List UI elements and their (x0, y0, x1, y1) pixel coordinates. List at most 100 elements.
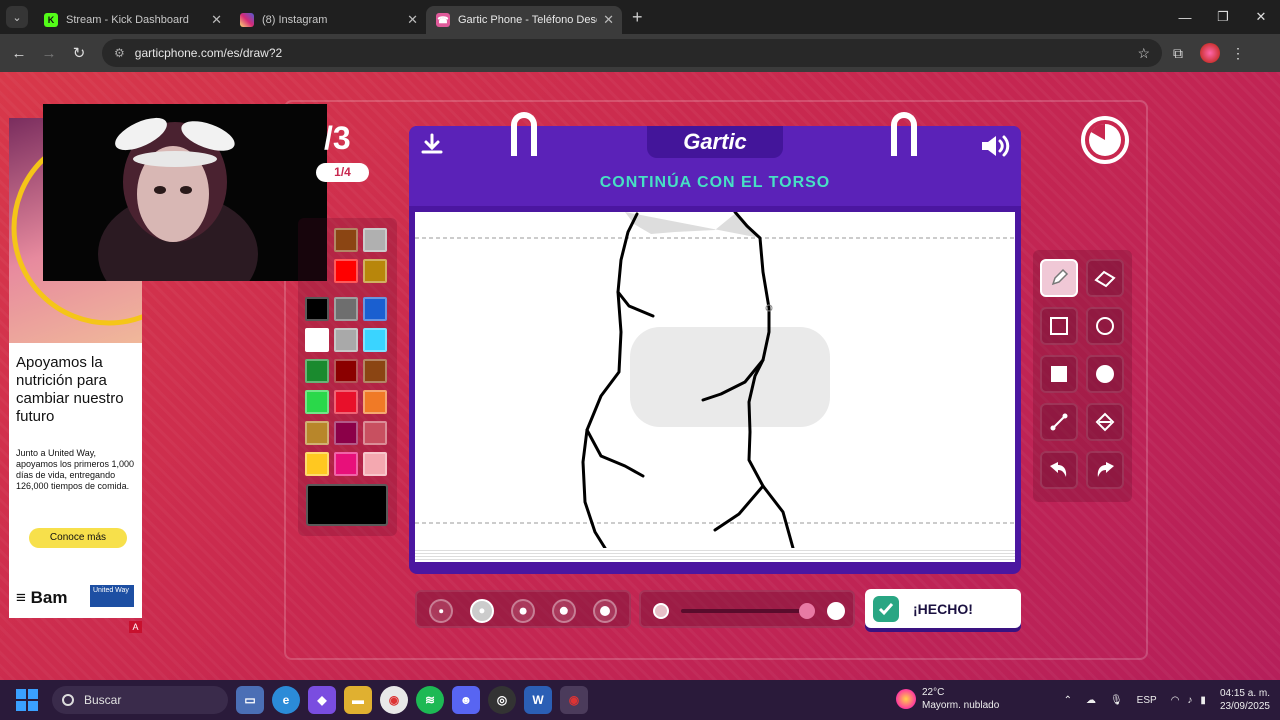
battery-icon[interactable]: ▮ (1200, 695, 1206, 706)
task-view-icon[interactable]: ▭ (236, 686, 264, 714)
browser-tab-strip: ⌄ K Stream - Kick Dashboard ✕ (8) Instag… (0, 0, 1280, 34)
color-swatch[interactable] (305, 297, 329, 321)
drawing-canvas[interactable] (415, 212, 1015, 548)
extensions-icon[interactable]: ⧉ (1162, 45, 1194, 62)
taskbar-search[interactable]: Buscar (52, 686, 228, 714)
chrome-icon[interactable]: ◉ (380, 686, 408, 714)
brush-size-option[interactable] (429, 599, 453, 623)
close-icon[interactable]: ✕ (603, 12, 614, 28)
color-swatch[interactable] (305, 421, 329, 445)
color-swatch[interactable] (334, 390, 358, 414)
color-swatch[interactable] (305, 359, 329, 383)
tool-panel (1033, 250, 1132, 502)
ad-cta-button[interactable]: Conoce más (29, 528, 127, 548)
ad-choices-badge[interactable]: A (129, 621, 142, 633)
bookmark-star-icon[interactable]: ☆ (1137, 45, 1150, 62)
back-icon[interactable]: ← (4, 45, 34, 62)
color-swatch[interactable] (334, 259, 358, 283)
file-explorer-icon[interactable]: ▬ (344, 686, 372, 714)
tab-title: Gartic Phone - Teléfono Descon (458, 14, 597, 26)
chevron-up-icon[interactable]: ⌃ (1064, 695, 1072, 706)
undo-icon[interactable] (1040, 451, 1078, 489)
tab-kick[interactable]: K Stream - Kick Dashboard ✕ (34, 6, 230, 34)
minimize-icon[interactable]: — (1166, 10, 1204, 25)
color-swatch[interactable] (334, 421, 358, 445)
menu-icon[interactable]: ⋮ (1226, 45, 1250, 62)
instagram-icon (240, 13, 254, 27)
circle-fill-icon[interactable] (1086, 355, 1124, 393)
weather-temp: 22°C (922, 687, 945, 698)
windows-start-icon[interactable] (16, 689, 38, 711)
close-icon[interactable]: ✕ (407, 12, 418, 28)
color-swatch[interactable] (305, 328, 329, 352)
microphone-icon[interactable]: 🎙 (1110, 695, 1123, 706)
tab-instagram[interactable]: (8) Instagram ✕ (230, 6, 426, 34)
pencil-icon[interactable] (1040, 259, 1078, 297)
brush-size-option[interactable] (552, 599, 576, 623)
color-swatch[interactable] (305, 452, 329, 476)
rectangle-fill-icon[interactable] (1040, 355, 1078, 393)
new-tab-button[interactable]: + (632, 7, 643, 28)
edge-icon[interactable]: e (272, 686, 300, 714)
brush-size-option[interactable] (511, 599, 535, 623)
speaker-icon[interactable] (979, 132, 1011, 160)
tab-title: (8) Instagram (262, 14, 328, 26)
opacity-slider[interactable] (639, 590, 855, 628)
spotify-icon[interactable]: ≋ (416, 686, 444, 714)
color-swatch[interactable] (363, 328, 387, 352)
color-swatch[interactable] (363, 421, 387, 445)
weather-desc: Mayorm. nublado (922, 700, 1000, 711)
copilot-icon[interactable]: ◆ (308, 686, 336, 714)
maximize-icon[interactable]: ❐ (1204, 9, 1242, 25)
webcam-overlay (43, 104, 327, 281)
color-swatch[interactable] (334, 359, 358, 383)
tab-search-button[interactable]: ⌄ (6, 6, 28, 28)
taskbar-clock[interactable]: 04:15 a. m. 23/09/2025 (1220, 687, 1270, 713)
site-settings-icon[interactable]: ⚙ (114, 46, 125, 60)
brush-size-option[interactable] (593, 599, 617, 623)
forward-icon[interactable]: → (34, 45, 64, 62)
opacity-track[interactable] (681, 609, 809, 613)
profile-avatar[interactable] (1200, 43, 1220, 63)
close-window-icon[interactable]: ✕ (1242, 9, 1280, 25)
url-field[interactable]: ⚙ garticphone.com/es/draw?2 ☆ (102, 39, 1162, 67)
weather-widget[interactable]: 22°C Mayorm. nublado (896, 686, 999, 712)
color-swatch[interactable] (363, 359, 387, 383)
search-placeholder: Buscar (84, 693, 122, 707)
wifi-icon[interactable]: ◠ (1171, 695, 1180, 706)
system-tray: ⌃ ☁ 🎙 ESP ◠ ♪ ▮ 04:15 a. m. 23/09/2025 (1064, 680, 1270, 720)
opacity-knob[interactable] (799, 603, 815, 619)
obs-icon[interactable]: ◎ (488, 686, 516, 714)
reload-icon[interactable]: ↻ (64, 44, 94, 62)
color-swatch[interactable] (363, 259, 387, 283)
rectangle-outline-icon[interactable] (1040, 307, 1078, 345)
eraser-icon[interactable] (1086, 259, 1124, 297)
color-swatch[interactable] (334, 297, 358, 321)
cloud-icon[interactable]: ☁ (1086, 695, 1096, 706)
brush-size-option[interactable] (470, 599, 494, 623)
color-swatch[interactable] (334, 228, 358, 252)
circle-outline-icon[interactable] (1086, 307, 1124, 345)
drawing-board: Gartic CONTINÚA CON EL TORSO (409, 112, 1021, 574)
color-swatch[interactable] (363, 297, 387, 321)
color-swatch[interactable] (363, 390, 387, 414)
language-indicator[interactable]: ESP (1137, 695, 1157, 706)
chrome-active-icon[interactable]: ◉ (560, 686, 588, 714)
color-swatch[interactable] (334, 452, 358, 476)
download-icon[interactable] (419, 132, 445, 158)
done-button[interactable]: ¡HECHO! (865, 589, 1021, 628)
word-icon[interactable]: W (524, 686, 552, 714)
color-swatch[interactable] (305, 390, 329, 414)
color-swatch[interactable] (334, 328, 358, 352)
discord-icon[interactable]: ☻ (452, 686, 480, 714)
line-icon[interactable] (1040, 403, 1078, 441)
color-swatch[interactable] (363, 452, 387, 476)
color-swatch[interactable] (363, 228, 387, 252)
close-icon[interactable]: ✕ (211, 12, 222, 28)
gartic-icon: ☎ (436, 13, 450, 27)
url-text: garticphone.com/es/draw?2 (134, 46, 283, 60)
tab-gartic[interactable]: ☎ Gartic Phone - Teléfono Descon ✕ (426, 6, 622, 34)
fill-bucket-icon[interactable] (1086, 403, 1124, 441)
volume-icon[interactable]: ♪ (1187, 695, 1192, 706)
redo-icon[interactable] (1086, 451, 1124, 489)
